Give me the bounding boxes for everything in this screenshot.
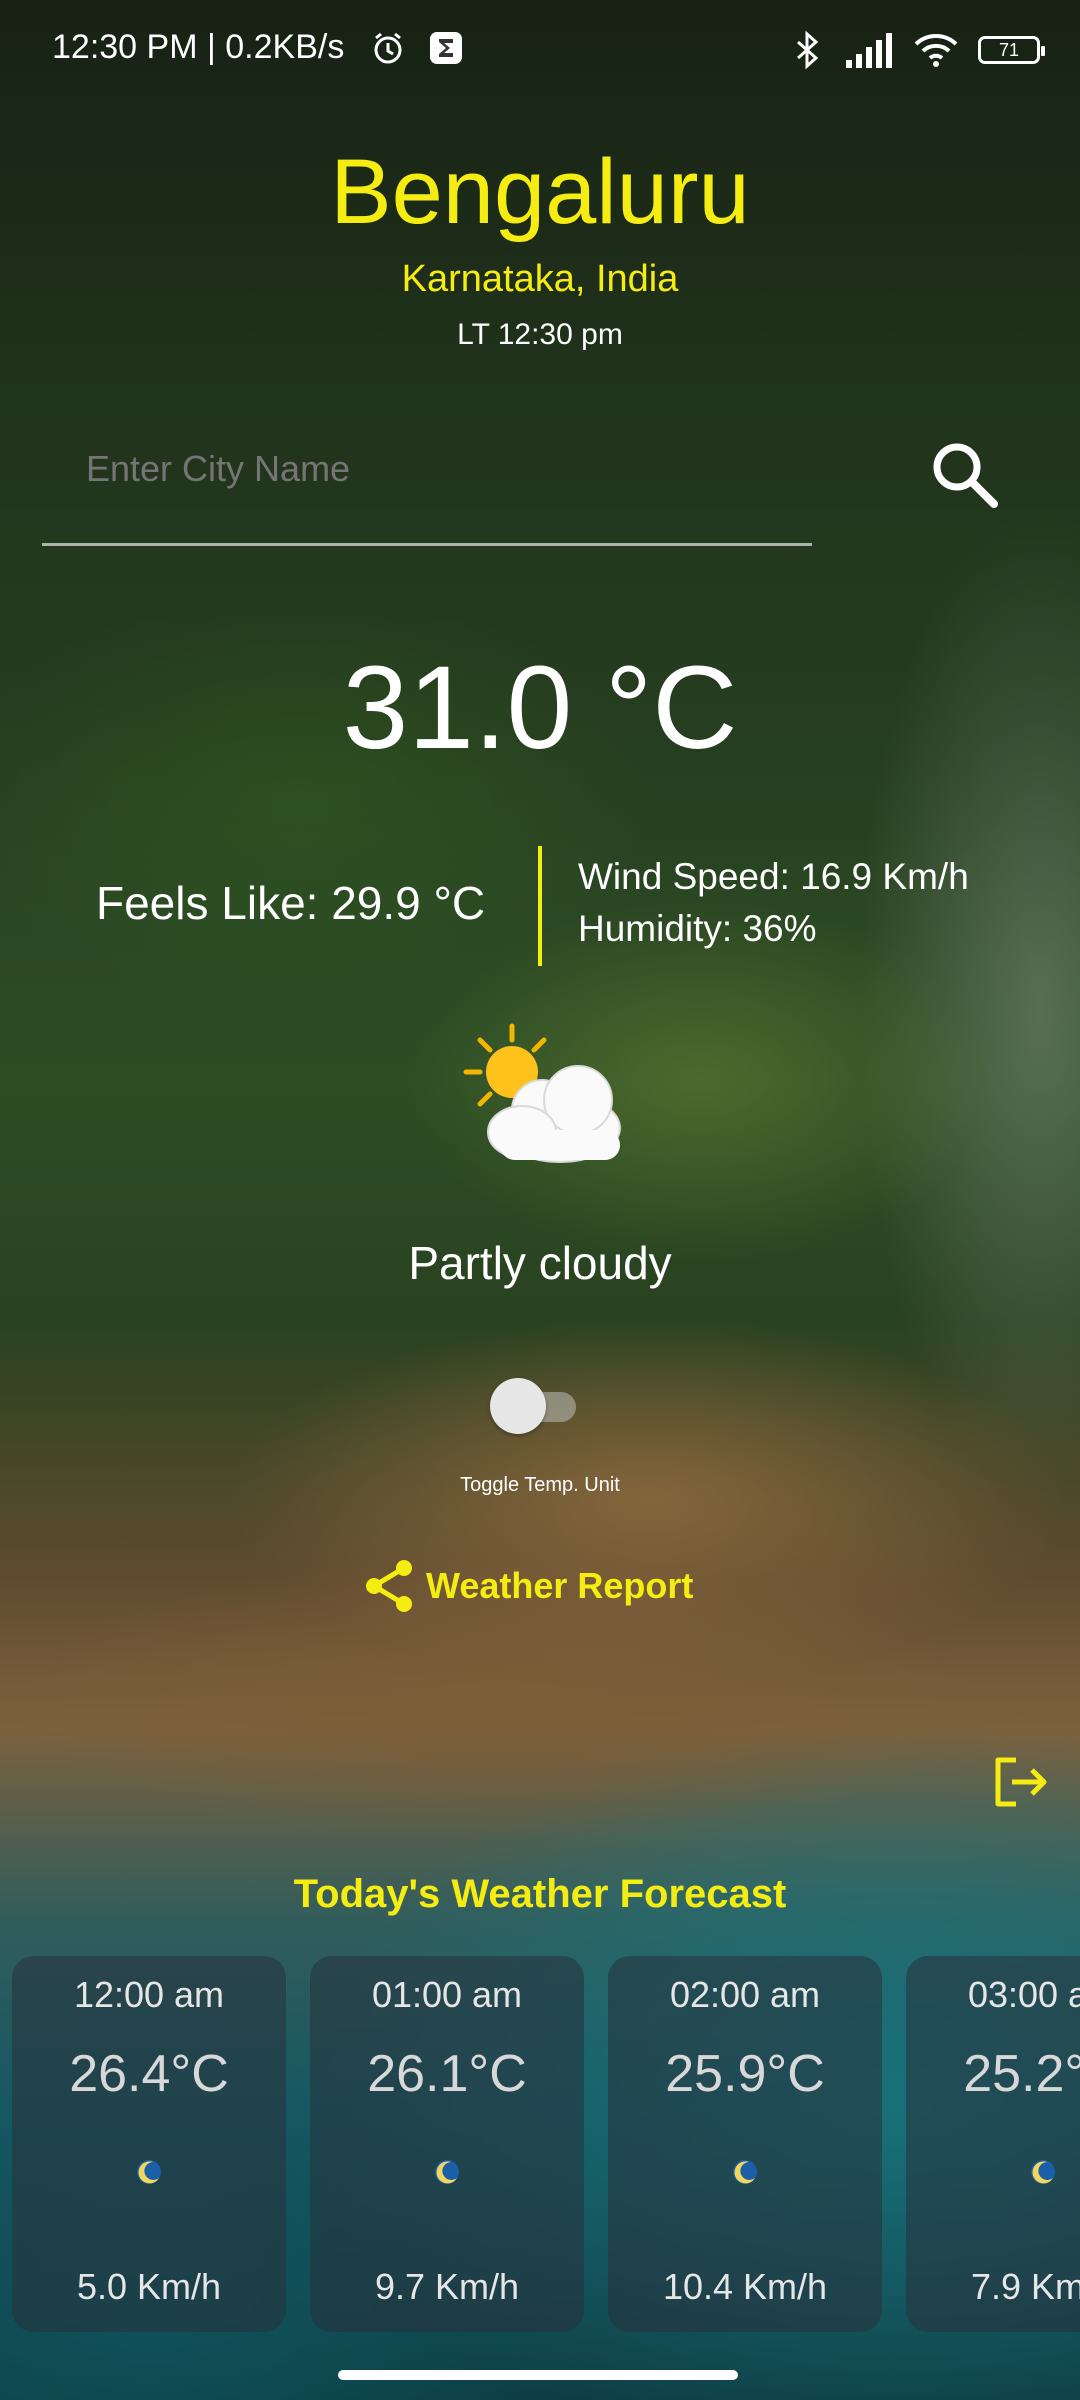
humidity: Humidity: 36% bbox=[578, 908, 817, 949]
forecast-time: 02:00 am bbox=[669, 1974, 821, 2015]
forecast-card[interactable]: 12:00 am 26.4°C 5.0 Km/h bbox=[12, 1956, 286, 2332]
toggle-thumb bbox=[490, 1378, 546, 1434]
signal-icon bbox=[846, 33, 892, 68]
logout-icon bbox=[995, 1757, 1047, 1807]
current-temperature: 31.0 °C bbox=[342, 642, 738, 774]
battery-icon: 71 bbox=[978, 36, 1045, 64]
temp-unit-toggle[interactable] bbox=[490, 1378, 586, 1434]
status-icons: 71 bbox=[792, 28, 1045, 72]
status-bar-time-speed: 12:30 PM | 0.2KB/s bbox=[52, 28, 345, 66]
forecast-wind: 5.0 Km/h bbox=[76, 2266, 222, 2307]
forecast-card[interactable]: 03:00 am 25.2°C 7.9 Km/h bbox=[906, 1956, 1080, 2332]
region-name: Karnataka, India bbox=[401, 258, 679, 300]
weather-condition: Partly cloudy bbox=[408, 1237, 672, 1289]
forecast-wind: 7.9 Km/h bbox=[970, 2266, 1080, 2307]
forecast-temp: 25.2°C bbox=[963, 2045, 1080, 2103]
moon-icon bbox=[12, 2156, 286, 2188]
wind-speed: Wind Speed: 16.9 Km/h bbox=[578, 856, 969, 897]
city-search-input[interactable] bbox=[86, 448, 786, 490]
status-bar: 12:30 PM | 0.2KB/s 71 bbox=[0, 0, 1080, 100]
forecast-time: 03:00 am bbox=[967, 1974, 1080, 2015]
search-icon bbox=[933, 443, 998, 508]
city-name: Bengaluru bbox=[330, 141, 750, 243]
moon-icon bbox=[608, 2156, 882, 2188]
forecast-time: 01:00 am bbox=[371, 1974, 523, 2015]
wifi-icon bbox=[914, 34, 958, 67]
home-indicator[interactable] bbox=[338, 2370, 738, 2380]
logout-button[interactable] bbox=[990, 1752, 1050, 1812]
share-label: Weather Report bbox=[426, 1565, 694, 1606]
search-button[interactable] bbox=[920, 430, 1010, 520]
battery-level: 71 bbox=[998, 39, 1020, 60]
share-icon bbox=[366, 1560, 412, 1612]
forecast-card[interactable]: 02:00 am 25.9°C 10.4 Km/h bbox=[608, 1956, 882, 2332]
feels-like: Feels Like: 29.9 °C bbox=[96, 877, 486, 929]
share-weather-report-button[interactable]: Weather Report bbox=[362, 1558, 693, 1614]
details-divider bbox=[538, 846, 542, 966]
toggle-label: Toggle Temp. Unit bbox=[460, 1474, 620, 1496]
moon-icon bbox=[906, 2156, 1080, 2188]
forecast-list[interactable]: 12:00 am 26.4°C 5.0 Km/h 01:00 am 26.1°C… bbox=[12, 1956, 1080, 2332]
partly-cloudy-icon bbox=[463, 1023, 621, 1163]
forecast-title: Today's Weather Forecast bbox=[293, 1872, 787, 1916]
forecast-time: 12:00 am bbox=[73, 1974, 225, 2015]
forecast-card[interactable]: 01:00 am 26.1°C 9.7 Km/h bbox=[310, 1956, 584, 2332]
weather-screen: 12:30 PM | 0.2KB/s 71 Bengaluru Karnatak… bbox=[0, 0, 1080, 2400]
forecast-temp: 25.9°C bbox=[665, 2045, 825, 2103]
alarm-icon bbox=[374, 32, 402, 64]
forecast-temp: 26.4°C bbox=[69, 2045, 229, 2103]
bluetooth-icon bbox=[797, 30, 819, 70]
search-underline bbox=[42, 543, 812, 546]
forecast-wind: 10.4 Km/h bbox=[662, 2266, 828, 2307]
local-time: LT 12:30 pm bbox=[457, 318, 623, 351]
forecast-wind: 9.7 Km/h bbox=[374, 2266, 520, 2307]
app-notification-icon bbox=[430, 32, 462, 64]
moon-icon bbox=[310, 2156, 584, 2188]
forecast-temp: 26.1°C bbox=[367, 2045, 527, 2103]
